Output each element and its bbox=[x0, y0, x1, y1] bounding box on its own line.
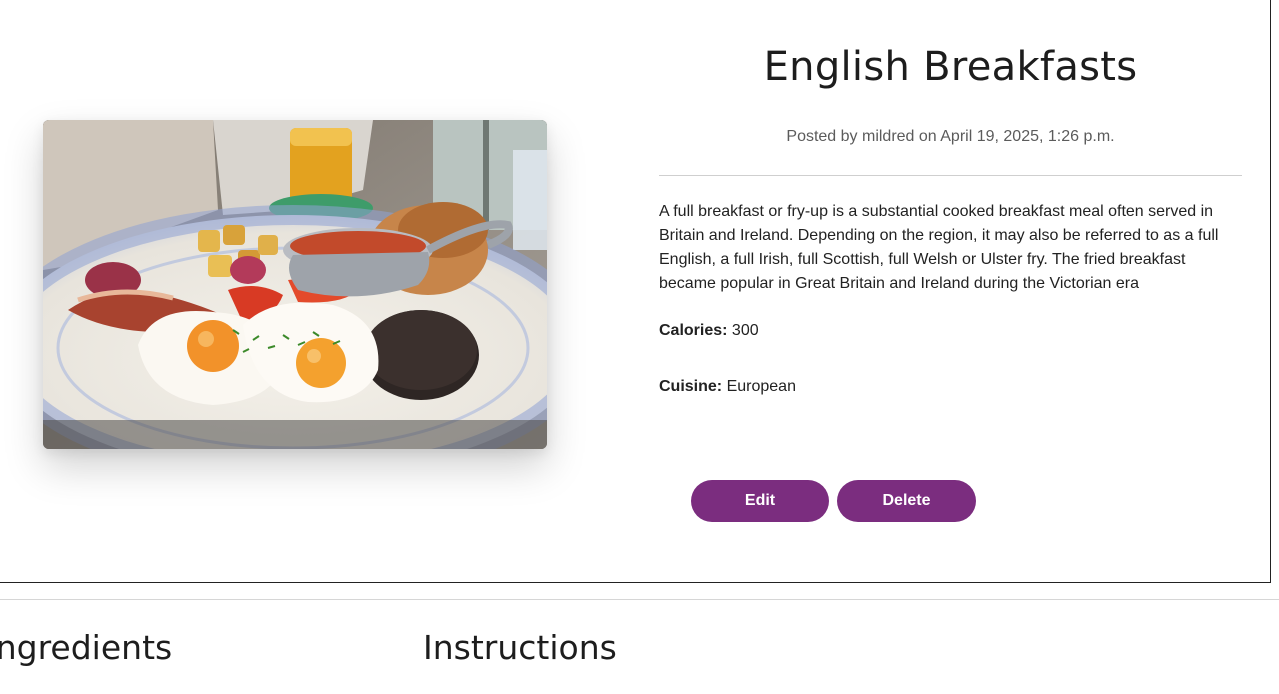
section-divider bbox=[0, 599, 1279, 600]
recipe-title: English Breakfasts bbox=[763, 44, 1138, 90]
calories-stat: Calories: 300 bbox=[659, 322, 759, 340]
calories-value: 300 bbox=[731, 322, 759, 339]
delete-button[interactable]: Delete bbox=[837, 480, 976, 522]
title-divider bbox=[659, 175, 1242, 176]
cuisine-stat: Cuisine: European bbox=[659, 378, 796, 396]
recipe-photo bbox=[43, 120, 547, 449]
ingredients-heading: Ingredients bbox=[0, 628, 173, 667]
edit-button[interactable]: Edit bbox=[691, 480, 829, 522]
cuisine-label: Cuisine: bbox=[659, 378, 723, 395]
recipe-detail-page: English Breakfasts Posted by mildred on … bbox=[0, 0, 1279, 694]
instructions-heading: Instructions bbox=[423, 628, 617, 667]
recipe-meta: Posted by mildred on April 19, 2025, 1:2… bbox=[786, 128, 1115, 145]
calories-label: Calories: bbox=[659, 322, 728, 339]
recipe-description: A full breakfast or fry-up is a substant… bbox=[659, 203, 1219, 292]
cuisine-value: European bbox=[726, 378, 796, 395]
